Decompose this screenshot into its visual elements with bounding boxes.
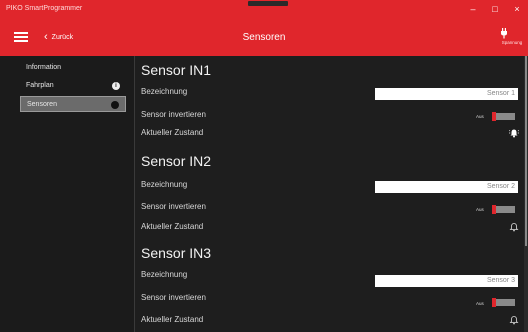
sidebar: Information Fahrplan i Sensoren xyxy=(0,56,134,332)
scrollbar-thumb[interactable] xyxy=(525,56,527,246)
sensor-2-name-label: Bezeichnung xyxy=(141,180,188,189)
drag-handle[interactable] xyxy=(248,1,288,6)
sensor-2-title: Sensor IN2 xyxy=(141,153,212,169)
sensor-3-title: Sensor IN3 xyxy=(141,245,212,261)
app-header: ‹ Zurück Sensoren Spannung xyxy=(0,20,528,56)
sidebar-item-label: Sensoren xyxy=(27,101,57,108)
sensor-1-name-label: Bezeichnung xyxy=(141,87,188,96)
status-dot-icon xyxy=(111,101,119,109)
sensor-2-invert-label: Sensor invertieren xyxy=(141,202,206,211)
window-titlebar: PIKO SmartProgrammer – □ × xyxy=(0,0,528,20)
power-label: Spannung xyxy=(501,40,523,45)
plug-icon xyxy=(501,28,507,39)
bell-ringing-icon xyxy=(509,129,519,138)
sensor-2-state-label: Aktueller Zustand xyxy=(141,222,204,231)
sidebar-item-label: Information xyxy=(26,64,62,71)
power-button[interactable]: Spannung xyxy=(498,27,526,45)
sidebar-item-sensoren[interactable]: Sensoren xyxy=(20,96,126,112)
sidebar-item-information[interactable]: Information xyxy=(20,60,126,76)
sidebar-item-fahrplan[interactable]: Fahrplan i xyxy=(20,78,126,94)
maximize-button[interactable]: □ xyxy=(488,3,502,15)
close-button[interactable]: × xyxy=(510,3,524,15)
sensor-1-name-input[interactable]: Sensor 1 xyxy=(375,88,518,100)
sensor-1-invert-label: Sensor invertieren xyxy=(141,110,206,119)
sensor-1-state-label: Aktueller Zustand xyxy=(141,128,204,137)
content-scrollbar[interactable] xyxy=(524,56,528,332)
bell-icon xyxy=(509,316,519,325)
toggle-knob xyxy=(492,112,496,121)
window-title: PIKO SmartProgrammer xyxy=(6,5,83,12)
minimize-button[interactable]: – xyxy=(466,3,480,15)
sensor-2-invert-toggle[interactable] xyxy=(492,205,515,214)
page-title: Sensoren xyxy=(242,32,286,43)
toggle-knob xyxy=(492,298,496,307)
sensor-2-name-input[interactable]: Sensor 2 xyxy=(375,181,518,193)
sensor-3-name-label: Bezeichnung xyxy=(141,270,188,279)
sensor-2-toggle-state: Aus xyxy=(476,207,484,212)
sensor-3-state-label: Aktueller Zustand xyxy=(141,315,204,324)
sensor-settings: Sensor IN1 Bezeichnung Sensor 1 Sensor i… xyxy=(135,56,528,332)
sensor-3-invert-label: Sensor invertieren xyxy=(141,293,206,302)
sensor-1-title: Sensor IN1 xyxy=(141,62,212,78)
sensor-1-toggle-state: Aus xyxy=(476,114,484,119)
sidebar-item-label: Fahrplan xyxy=(26,82,54,89)
sensor-3-invert-toggle[interactable] xyxy=(492,298,515,307)
sensor-3-toggle-state: Aus xyxy=(476,301,484,306)
bell-icon xyxy=(509,223,519,232)
info-icon: i xyxy=(112,82,120,90)
sensor-3-name-input[interactable]: Sensor 3 xyxy=(375,275,518,287)
toggle-knob xyxy=(492,205,496,214)
sensor-1-invert-toggle[interactable] xyxy=(492,112,515,121)
